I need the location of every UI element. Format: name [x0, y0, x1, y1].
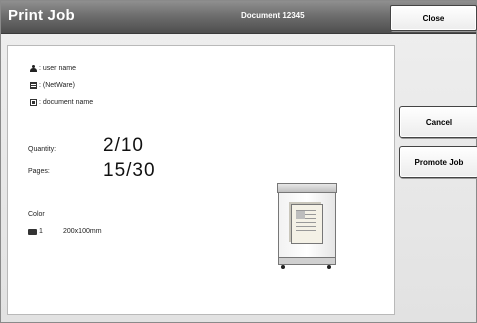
document-title: Document 12345: [241, 11, 305, 20]
tray-number: 1: [39, 228, 43, 235]
print-job-window: Print Job Document 12345 Close : user na…: [0, 0, 477, 323]
pages-label: Pages:: [28, 168, 50, 175]
color-label: Color: [28, 211, 45, 218]
user-row: : user name: [30, 65, 76, 72]
quantity-label: Quantity:: [28, 146, 57, 153]
quantity-value: 2/10: [103, 135, 144, 156]
page-image-block: [296, 211, 305, 219]
paper-size: 200x100mm: [63, 228, 102, 235]
printed-page-icon: [291, 204, 323, 244]
network-icon: [30, 82, 37, 89]
header-bar: Print Job Document 12345 Close: [1, 1, 477, 34]
job-details-panel: : user name : (NetWare) : document name …: [7, 45, 395, 315]
close-button[interactable]: Close: [390, 5, 477, 31]
pages-value: 15/30: [103, 160, 156, 181]
printer-illustration: [277, 183, 337, 269]
network-text: : (NetWare): [39, 82, 75, 89]
document-icon: [30, 99, 37, 106]
user-name-text: : user name: [39, 65, 76, 72]
printer-base: [278, 257, 336, 265]
window-title: Print Job: [8, 7, 75, 24]
promote-job-button[interactable]: Promote Job: [399, 146, 477, 178]
paper-tray-icon: [28, 229, 37, 235]
network-row: : (NetWare): [30, 82, 75, 89]
printer-wheel-right: [327, 265, 331, 269]
document-row: : document name: [30, 99, 93, 106]
document-name-text: : document name: [39, 99, 94, 106]
cancel-button[interactable]: Cancel: [399, 106, 477, 138]
person-icon: [30, 65, 37, 72]
printer-wheel-left: [281, 265, 285, 269]
